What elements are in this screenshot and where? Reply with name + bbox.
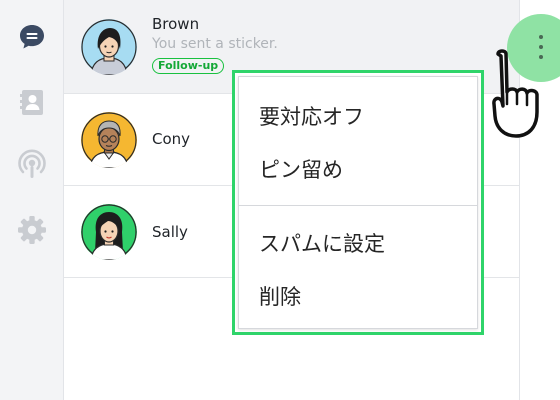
pointing-hand-icon <box>492 49 539 138</box>
chat-bubble-icon[interactable] <box>14 19 50 55</box>
chat-name: Brown <box>152 15 200 33</box>
chat-name: Sally <box>152 223 188 241</box>
menu-item-mark-spam[interactable]: スパムに設定 <box>259 230 385 258</box>
menu-divider <box>239 205 477 206</box>
context-menu: 要対応オフ ピン留め スパムに設定 削除 <box>232 70 484 335</box>
avatar <box>81 112 137 168</box>
menu-item-pin[interactable]: ピン留め <box>259 156 343 184</box>
gear-icon[interactable] <box>14 212 50 248</box>
broadcast-icon[interactable] <box>14 147 50 183</box>
avatar <box>81 19 137 75</box>
follow-up-badge: Follow-up <box>152 58 225 74</box>
menu-item-delete[interactable]: 削除 <box>259 283 301 311</box>
chat-preview: You sent a sticker. <box>152 36 278 52</box>
contact-card-icon[interactable] <box>14 84 50 120</box>
avatar <box>81 204 137 260</box>
menu-item-follow-up-off[interactable]: 要対応オフ <box>259 103 364 131</box>
nav-rail <box>0 0 64 400</box>
context-menu-panel: 要対応オフ ピン留め スパムに設定 削除 <box>238 76 478 329</box>
chat-name: Cony <box>152 130 191 148</box>
